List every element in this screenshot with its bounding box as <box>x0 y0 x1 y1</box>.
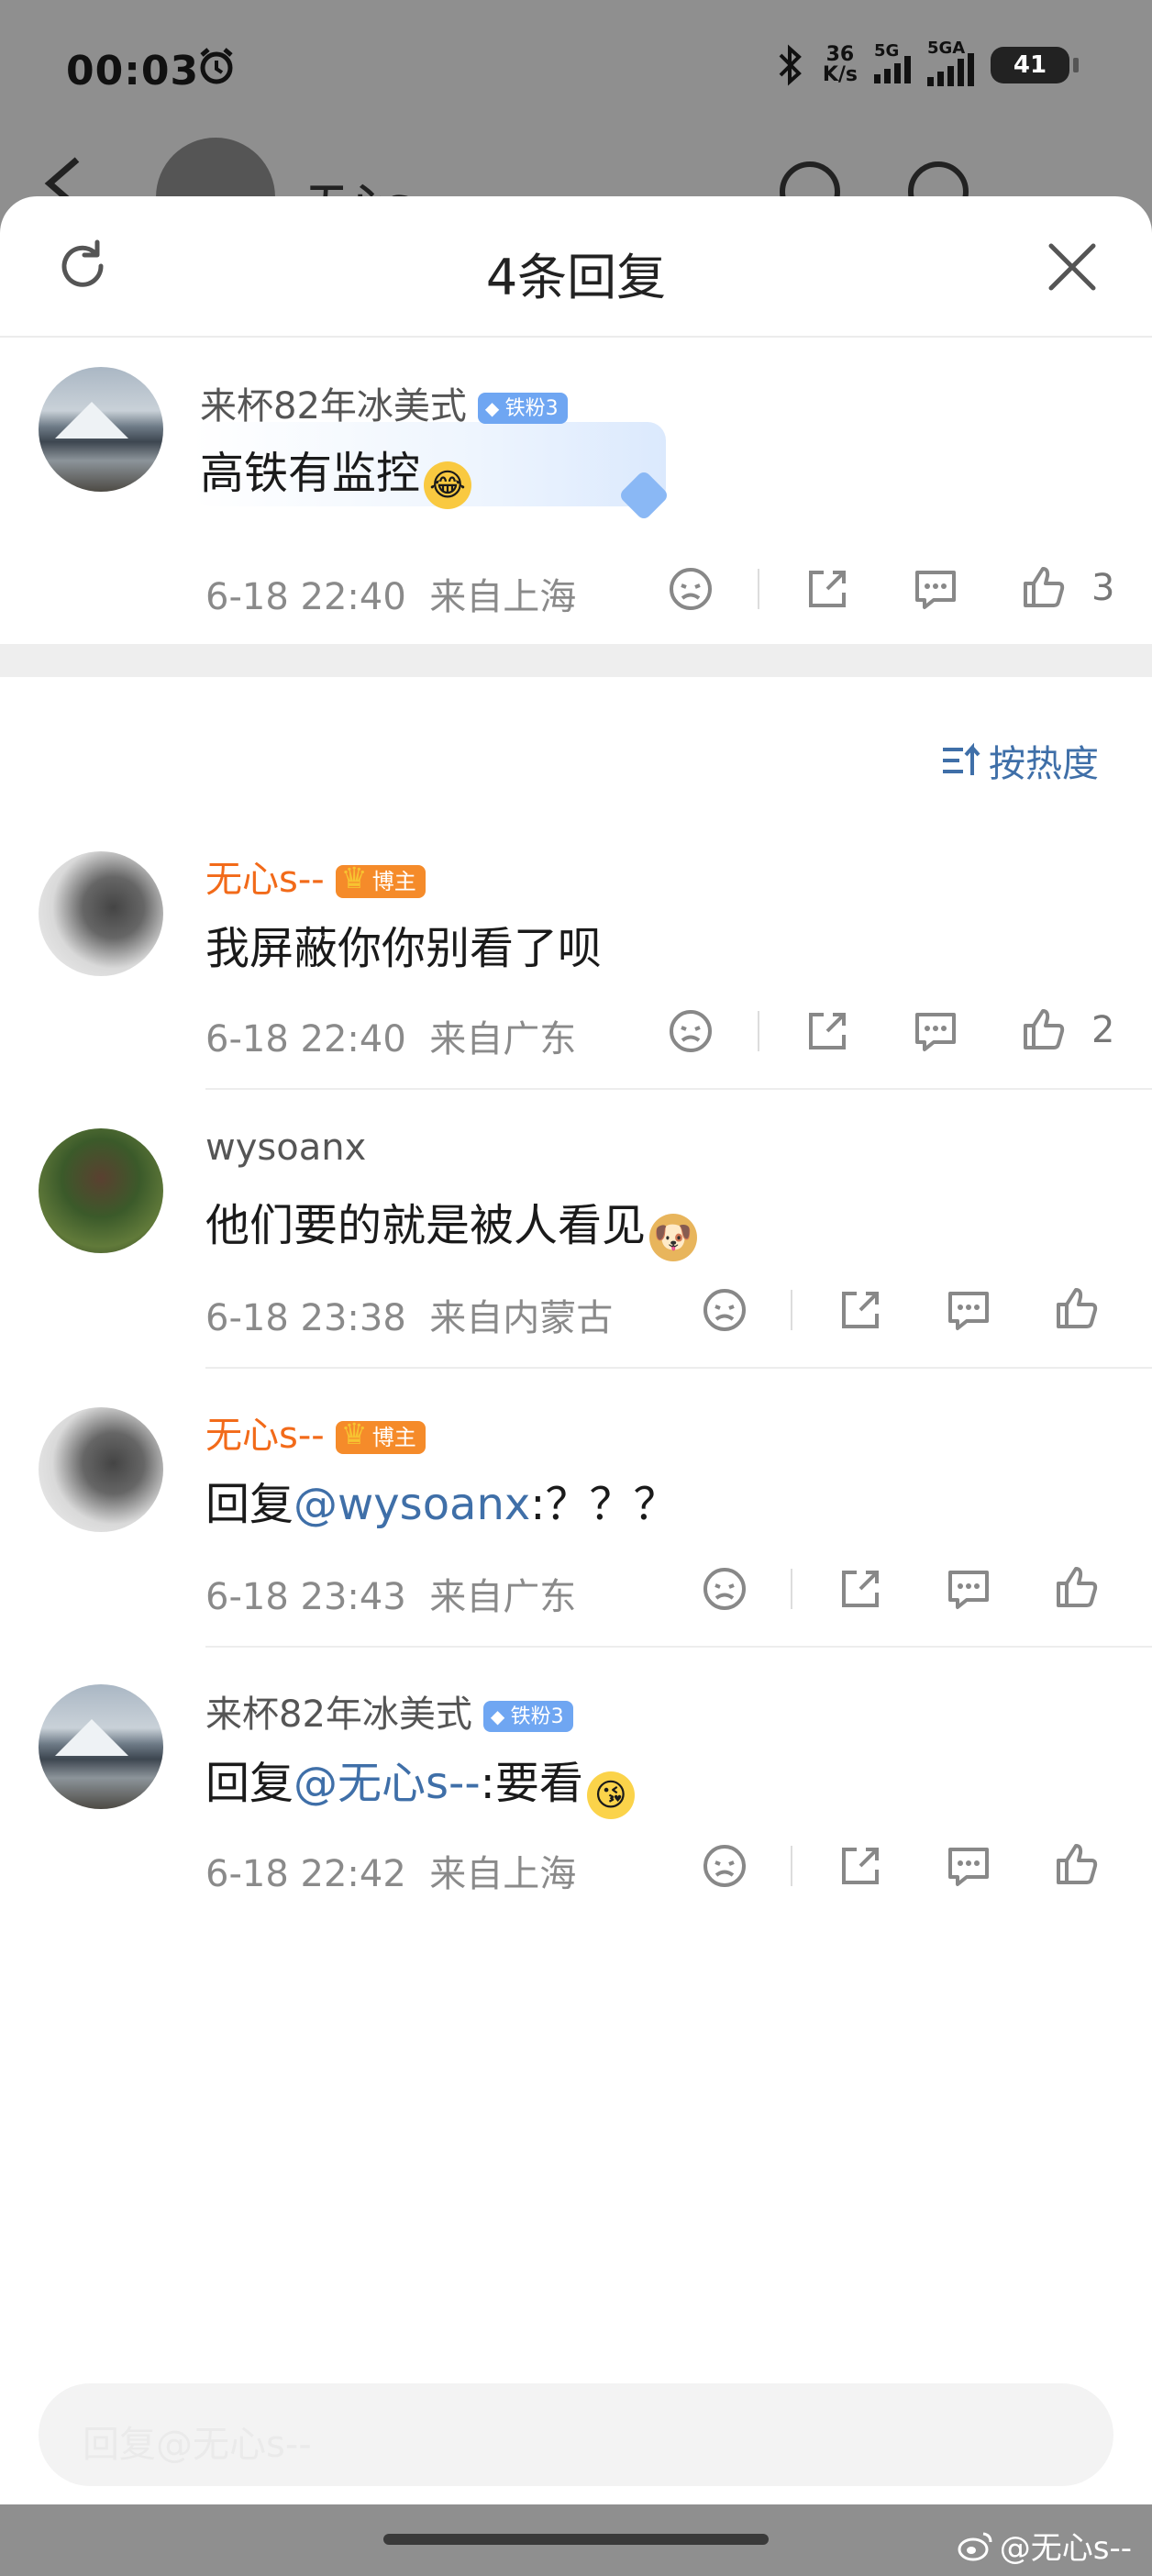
home-indicator[interactable] <box>383 2534 769 2545</box>
comment-text: 我屏蔽你你别看了呗 <box>205 923 603 974</box>
like-icon[interactable] <box>1020 563 1068 611</box>
sheet-title: 4条回复 <box>485 249 667 306</box>
fan-badge: 铁粉3 <box>477 393 568 424</box>
blogger-badge: 博主 <box>335 1417 426 1454</box>
dislike-icon[interactable] <box>701 1286 748 1334</box>
like-icon[interactable] <box>1053 1840 1101 1888</box>
avatar[interactable] <box>39 1407 163 1532</box>
sort-button[interactable]: 按热度 <box>941 734 1099 787</box>
comment-text: 回复@无心s--:要看 😘 <box>205 1747 635 1819</box>
dislike-icon[interactable] <box>701 1565 748 1613</box>
blogger-badge: 博主 <box>335 861 426 898</box>
comment-text: 高铁有监控 😂 <box>200 437 472 509</box>
comment-author[interactable]: 无心s--博主 <box>205 849 426 903</box>
watermark: @无心s-- <box>958 2523 1132 2568</box>
comment-meta: 6-18 23:43 来自广东 <box>205 1576 577 1618</box>
comment-author[interactable]: 无心s--博主 <box>205 1405 426 1459</box>
comment-text: 回复@wysoanx:？？？ <box>205 1479 678 1530</box>
comment-icon[interactable] <box>945 1565 992 1613</box>
share-icon[interactable] <box>836 1565 884 1613</box>
kiss-emoji-icon: 😘 <box>586 1771 635 1819</box>
sort-icon <box>943 742 980 775</box>
dislike-icon[interactable] <box>667 565 714 613</box>
comment-text: 他们要的就是被人看见 🐶 <box>205 1189 698 1261</box>
bluetooth-icon <box>779 44 802 86</box>
share-icon[interactable] <box>803 565 851 613</box>
comment-icon[interactable] <box>945 1842 992 1890</box>
avatar[interactable] <box>39 367 163 492</box>
mention-link[interactable]: @wysoanx <box>294 1479 530 1530</box>
like-count: 2 <box>1091 1009 1115 1051</box>
signal-icon: 5G <box>874 41 911 83</box>
share-icon[interactable] <box>803 1007 851 1055</box>
avatar[interactable] <box>39 1684 163 1809</box>
status-bar: 00:03 36 K/s 5G 5GA 41 <box>0 0 1152 147</box>
section-divider <box>0 644 1152 677</box>
reply-input[interactable]: 回复@无心s-- <box>39 2383 1113 2486</box>
comment-author[interactable]: wysoanx <box>205 1127 366 1169</box>
share-icon[interactable] <box>836 1286 884 1334</box>
battery-icon: 41 <box>991 47 1079 83</box>
dislike-icon[interactable] <box>667 1007 714 1055</box>
network-speed: 36 K/s <box>822 43 858 86</box>
bottom-bar: @无心s-- <box>0 2504 1152 2576</box>
fan-badge: 铁粉3 <box>482 1701 573 1732</box>
comment-icon[interactable] <box>912 1007 959 1055</box>
sheet-header: 4条回复 <box>0 196 1152 338</box>
share-icon[interactable] <box>836 1842 884 1890</box>
doge-emoji-icon: 🐶 <box>649 1214 698 1261</box>
mention-link[interactable]: @无心s-- <box>294 1758 481 1809</box>
comment-icon[interactable] <box>945 1286 992 1334</box>
like-icon[interactable] <box>1020 1005 1068 1053</box>
comment-meta: 6-18 22:40 来自广东 <box>205 1018 577 1060</box>
comment-author[interactable]: 来杯82年冰美式铁粉3 <box>205 1684 573 1738</box>
comment-meta: 6-18 23:38 来自内蒙古 <box>205 1297 614 1339</box>
avatar[interactable] <box>39 851 163 976</box>
like-icon[interactable] <box>1053 1284 1101 1332</box>
like-icon[interactable] <box>1053 1563 1101 1611</box>
weibo-logo-icon <box>958 2532 992 2560</box>
reply-sheet: 4条回复 来杯82年冰美式铁粉3 高铁有监控😂 6-18 22:40 来自上海 … <box>0 196 1152 2504</box>
comment-meta: 6-18 22:42 来自上海 <box>205 1853 577 1895</box>
gem-icon <box>617 469 670 522</box>
laugh-cry-emoji-icon: 😂 <box>424 461 472 509</box>
comment-icon[interactable] <box>912 565 959 613</box>
status-time: 00:03 <box>66 48 200 94</box>
signal-icon-2: 5GA <box>927 39 974 86</box>
like-count: 3 <box>1091 567 1115 609</box>
avatar[interactable] <box>39 1128 163 1253</box>
dislike-icon[interactable] <box>701 1842 748 1890</box>
alarm-icon <box>200 48 233 84</box>
comment-author[interactable]: 来杯82年冰美式铁粉3 <box>200 376 568 429</box>
comment-meta: 6-18 22:40 来自上海 <box>205 576 577 618</box>
close-icon[interactable] <box>1046 240 1099 294</box>
